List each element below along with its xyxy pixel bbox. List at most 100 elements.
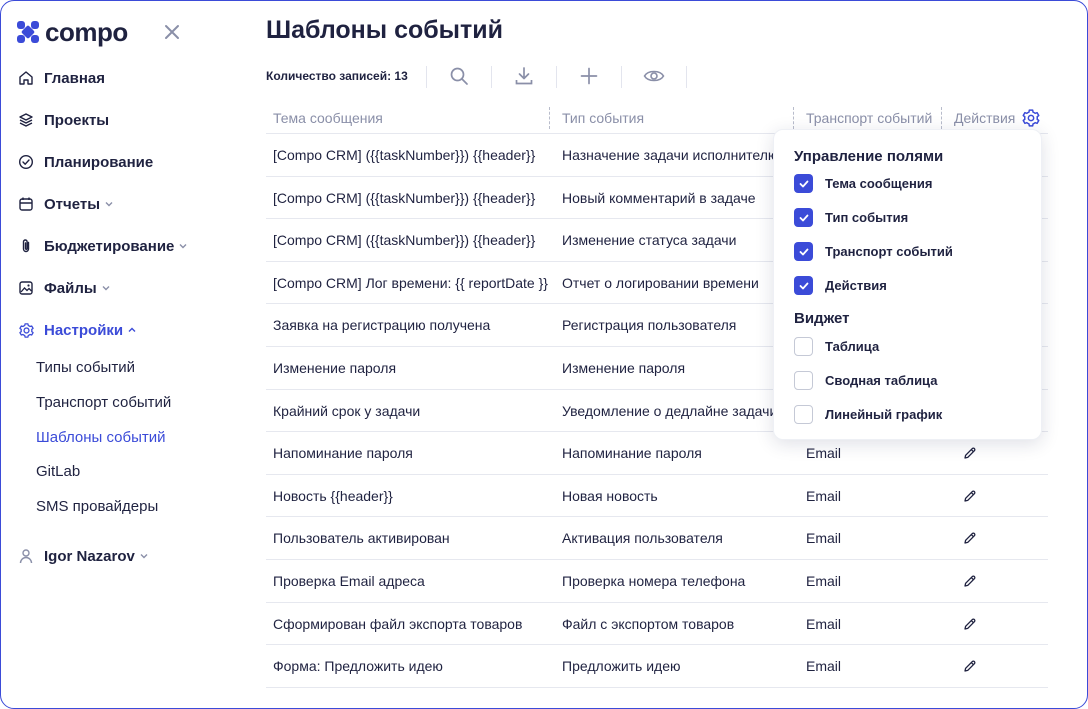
cell-subject: Напоминание пароля — [273, 445, 413, 462]
logo[interactable]: compo — [16, 19, 128, 45]
column-header-transport[interactable]: Транспорт событий — [806, 110, 932, 126]
sidebar-item-home[interactable]: Главная — [17, 63, 105, 93]
cell-transport: Email — [806, 615, 842, 632]
cell-subject: Новость {{header}} — [273, 487, 393, 504]
sidebar-subitem-event-types[interactable]: Типы событий — [36, 359, 135, 376]
toolbar-divider — [491, 66, 492, 88]
cell-subject: Форма: Предложить идею — [273, 658, 443, 675]
checkbox-row[interactable]: Транспорт событий — [794, 242, 953, 261]
cell-transport: Email — [806, 445, 842, 462]
cell-event-type: Назначение задачи исполнителю — [562, 147, 779, 163]
close-icon[interactable] — [163, 23, 181, 41]
checkbox-row[interactable]: Сводная таблица — [794, 371, 937, 390]
sidebar-item-planning[interactable]: Планирование — [17, 147, 153, 177]
sidebar-subitem-event-transport[interactable]: Транспорт событий — [36, 394, 171, 411]
edit-pencil-icon[interactable] — [963, 574, 977, 588]
checkbox-row[interactable]: Линейный график — [794, 405, 942, 424]
user-menu[interactable]: Igor Nazarov — [17, 541, 149, 571]
checkbox-checked[interactable] — [794, 208, 813, 227]
cell-subject: Крайний срок у задачи — [273, 402, 421, 419]
checkbox-row[interactable]: Тип события — [794, 208, 908, 227]
checkmark-icon — [799, 282, 808, 289]
sidebar-item-files[interactable]: Файлы — [17, 273, 111, 303]
cell-transport: Email — [806, 530, 842, 547]
column-divider[interactable] — [793, 107, 794, 129]
add-button[interactable] — [577, 64, 601, 88]
column-divider[interactable] — [941, 107, 942, 129]
chevron-down-icon — [179, 244, 187, 249]
edit-pencil-icon[interactable] — [963, 531, 977, 545]
cell-event-type: Новый комментарий в задаче — [562, 189, 756, 206]
checkbox-unchecked[interactable] — [794, 371, 813, 390]
table-row[interactable]: Новость {{header}} Новая новость Email — [266, 475, 1048, 518]
sidebar-item-label: Проекты — [44, 111, 110, 129]
checkbox-unchecked[interactable] — [794, 405, 813, 424]
cell-transport: Email — [806, 658, 842, 675]
edit-pencil-icon[interactable] — [963, 489, 977, 503]
edit-pencil-icon[interactable] — [963, 659, 977, 673]
column-header-subject[interactable]: Тема сообщения — [273, 110, 383, 126]
cell-subject: [Compo CRM] ({{taskNumber}}) {{header}} — [273, 147, 536, 163]
checkbox-row[interactable]: Действия — [794, 276, 887, 295]
cell-event-type: Отчет о логировании времени — [562, 274, 759, 291]
sidebar-item-settings[interactable]: Настройки — [17, 315, 137, 345]
table-row[interactable]: Форма: Предложить идею Предложить идею Ema… — [266, 645, 1048, 688]
home-icon — [17, 69, 35, 87]
check-circle-icon — [17, 153, 35, 171]
cell-event-type: Файл с экспортом товаров — [562, 615, 735, 632]
checkbox-unchecked[interactable] — [794, 337, 813, 356]
cell-subject: [Compo CRM] ({{taskNumber}}) {{header}} — [273, 232, 536, 249]
checkmark-icon — [799, 180, 808, 187]
sidebar-item-reports[interactable]: Отчеты — [17, 189, 114, 219]
brand-name: compo — [45, 17, 128, 47]
checkbox-row[interactable]: Тема сообщения — [794, 174, 932, 193]
cell-event-type: Предложить идею — [562, 658, 681, 675]
records-count: Количество записей: 13 — [266, 69, 408, 83]
search-icon — [450, 67, 468, 85]
column-settings-popover: Управление полями Тема сообщения Тип собы… — [773, 129, 1042, 440]
checkbox-label: Линейный график — [825, 407, 943, 422]
sidebar-item-budgeting[interactable]: Бюджетирование — [17, 231, 188, 261]
cell-subject: [Compo CRM] ({{taskNumber}}) {{header}} — [273, 189, 536, 206]
layers-icon — [17, 111, 35, 129]
user-name: Igor Nazarov — [44, 547, 135, 565]
widget-section-title: Виджет — [794, 310, 850, 327]
cell-event-type: Изменение статуса задачи — [562, 232, 737, 249]
sidebar-item-label: Настройки — [44, 321, 124, 339]
checkbox-checked[interactable] — [794, 242, 813, 261]
edit-pencil-icon[interactable] — [963, 617, 977, 631]
sidebar-item-label: Файлы — [44, 279, 97, 297]
view-button[interactable] — [642, 64, 666, 88]
cell-event-type: Проверка номера телефона — [562, 572, 746, 589]
checkbox-checked[interactable] — [794, 276, 813, 295]
cell-event-type: Регистрация пользователя — [562, 317, 737, 334]
sidebar-subitem-sms-providers[interactable]: SMS провайдеры — [36, 498, 158, 515]
paperclip-icon — [17, 237, 35, 255]
cell-event-type: Новая новость — [562, 487, 658, 504]
download-button[interactable] — [512, 64, 536, 88]
search-button[interactable] — [447, 64, 471, 88]
edit-pencil-icon[interactable] — [963, 446, 977, 460]
checkbox-row[interactable]: Таблица — [794, 337, 879, 356]
checkbox-label: Транспорт событий — [825, 244, 953, 259]
column-header-actions[interactable]: Действия — [954, 110, 1015, 126]
table-row[interactable]: Пользователь активирован Активация пользо… — [266, 517, 1048, 560]
cell-event-type: Изменение пароля — [562, 359, 686, 376]
checkbox-checked[interactable] — [794, 174, 813, 193]
cell-event-type: Напоминание пароля — [562, 445, 702, 462]
sidebar-subitem-gitlab[interactable]: GitLab — [36, 463, 80, 480]
table-row[interactable]: Проверка Email адреса Проверка номера тел… — [266, 560, 1048, 603]
column-header-event-type[interactable]: Тип события — [562, 110, 644, 126]
table-row[interactable]: Сформирован файл экспорта товаров Файл с … — [266, 603, 1048, 646]
chevron-down-icon — [105, 202, 113, 207]
sidebar-subitem-event-templates[interactable]: Шаблоны событий — [36, 429, 166, 446]
sidebar-item-projects[interactable]: Проекты — [17, 105, 109, 135]
app-window: compo Главная Проекты Планирование Отчет… — [0, 0, 1088, 709]
checkbox-label: Тип события — [825, 210, 909, 225]
checkbox-label: Действия — [825, 278, 887, 293]
cell-subject: Изменение пароля — [273, 359, 397, 376]
column-settings-gear-icon[interactable] — [1021, 108, 1041, 128]
toolbar-divider — [426, 66, 427, 88]
toolbar-divider — [556, 66, 557, 88]
column-divider[interactable] — [549, 107, 550, 129]
